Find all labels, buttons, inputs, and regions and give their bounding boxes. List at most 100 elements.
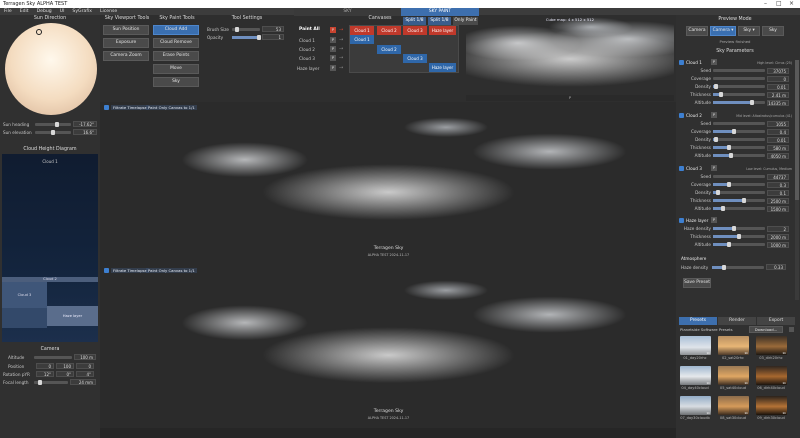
cloud2-p-button[interactable]: P [330, 46, 336, 52]
haze-checkbox[interactable] [679, 218, 684, 223]
cloud3-altitude-value[interactable]: 1500 m [767, 206, 789, 212]
cloud3-coverage-slider[interactable] [713, 182, 765, 187]
tab-render[interactable]: Render [718, 317, 756, 325]
cloud2-thickness-value[interactable]: 580 m [767, 145, 789, 151]
preset-thumbnail[interactable]: 1k [756, 336, 787, 355]
cloud2-param-p-button[interactable]: P [711, 112, 717, 118]
position-z[interactable]: 0 [76, 363, 94, 369]
cloud2-density-slider[interactable] [713, 137, 765, 142]
cloud3-coverage-value[interactable]: 0.3 [767, 182, 789, 188]
preset-thumbnail[interactable]: 1k [718, 336, 749, 355]
cloud2-density-value[interactable]: 0.01 [767, 137, 789, 143]
cloud1-density-slider[interactable] [713, 84, 765, 89]
move-button[interactable]: Move [153, 64, 199, 74]
cloud3-seed-slider[interactable] [713, 175, 765, 178]
position-x[interactable]: 0 [36, 363, 54, 369]
canvas-cell[interactable]: Cloud 1 [350, 35, 374, 44]
cloud1-density-value[interactable]: 0.01 [767, 84, 789, 90]
tab-sky[interactable]: SKY [294, 8, 401, 16]
erase-points-button[interactable]: Erase Points [153, 51, 199, 61]
cloud3-thickness-slider[interactable] [713, 198, 765, 203]
rotation-r[interactable]: 4° [76, 371, 94, 377]
cloud1-checkbox[interactable] [679, 60, 684, 65]
viewport2-checkbox[interactable] [104, 268, 109, 273]
sun-elevation-slider[interactable] [35, 130, 71, 135]
cloud3-thickness-value[interactable]: 2500 m [767, 198, 789, 204]
preset-thumbnail[interactable]: 1k [680, 366, 711, 385]
haze-haze-density-value[interactable]: 2 [767, 226, 789, 232]
minimize-icon[interactable]: – [764, 0, 767, 8]
opacity-slider[interactable] [232, 35, 261, 40]
canvas-cell[interactable]: Cloud 2 [377, 45, 401, 54]
viewport1-tag2[interactable]: Paint Only Canvas to 1/1 [146, 105, 197, 110]
sky-viewport-2[interactable]: Filtrate Timelapse Paint Only Canvas to … [101, 266, 676, 428]
cloud1-p-button[interactable]: P [330, 37, 336, 43]
preview-camera-select[interactable]: Camera ▾ [710, 26, 736, 36]
paint-all-p-button[interactable]: P [330, 27, 336, 33]
brush-size-value[interactable]: 53 [262, 26, 284, 32]
rotation-y[interactable]: 0° [56, 371, 74, 377]
cloud2-seed-slider[interactable] [713, 122, 765, 125]
cloud1-seed-slider[interactable] [713, 69, 765, 72]
cloud2-seed-value[interactable]: 1055 [767, 121, 789, 127]
atmo-haze-slider[interactable] [712, 265, 764, 270]
opacity-value[interactable]: 1 [262, 34, 284, 40]
exposure-button[interactable]: Exposure [103, 38, 149, 48]
haze-haze-density-slider[interactable] [713, 226, 765, 231]
cloud2-coverage-slider[interactable] [713, 129, 765, 134]
cloud2-coverage-value[interactable]: 0.4 [767, 129, 789, 135]
cloud1-altitude-value[interactable]: 14335 m [767, 100, 789, 106]
cloud1-thickness-value[interactable]: 2.41 m [767, 92, 789, 98]
canvas-cell[interactable]: Cloud 3 [403, 54, 427, 63]
rotation-p[interactable]: 12° [36, 371, 54, 377]
viewport2-tag2[interactable]: Paint Only Canvas to 1/1 [146, 268, 197, 273]
preset-thumbnail[interactable]: 1k [680, 396, 711, 415]
menu-debug[interactable]: Debug [33, 8, 56, 15]
focal-length-value[interactable]: 24 mm [70, 379, 96, 385]
preset-thumbnail[interactable]: 1k [680, 336, 711, 355]
paint-all-label[interactable]: Paint All [299, 27, 320, 32]
cube-map-preview[interactable]: Cube map: 4 x 512 x 512 [466, 15, 674, 95]
cloud1-param-p-button[interactable]: P [711, 59, 717, 65]
preset-thumbnail[interactable]: 1k [756, 366, 787, 385]
haze-altitude-value[interactable]: 1000 m [767, 242, 789, 248]
download-button[interactable]: Download... [749, 326, 783, 333]
cloud1-coverage-value[interactable]: 0 [767, 76, 789, 82]
canvas-cell[interactable]: Haze layer [429, 26, 456, 35]
altitude-slider[interactable] [34, 356, 72, 359]
sun-heading-value[interactable]: -17.62° [73, 121, 97, 127]
sky-tool-button[interactable]: Sky [153, 77, 199, 87]
cloud1-thickness-slider[interactable] [713, 92, 765, 97]
preset-thumbnail[interactable]: 1k [718, 396, 749, 415]
preset-menu-icon[interactable] [789, 327, 794, 332]
right-scrollbar[interactable] [795, 60, 799, 300]
cloud1-seed-value[interactable]: 37075 [767, 68, 789, 74]
viewport2-tag1[interactable]: Filtrate Timelapse [111, 268, 149, 273]
sun-handle[interactable] [36, 29, 42, 35]
canvas-cell[interactable]: Haze layer [429, 63, 456, 72]
close-icon[interactable]: × [789, 0, 794, 8]
cloud2-altitude-value[interactable]: 4050 m [767, 153, 789, 159]
altitude-value[interactable]: 100 m [74, 354, 96, 360]
sun-heading-slider[interactable] [35, 122, 71, 127]
tab-presets[interactable]: Presets [679, 317, 717, 325]
haze-param-p-button[interactable]: P [711, 217, 717, 223]
maximize-icon[interactable]: □ [776, 0, 782, 8]
cloud3-p-button[interactable]: P [330, 55, 336, 61]
split-button-2[interactable]: Split 1/8 [428, 17, 451, 25]
cloud1-coverage-slider[interactable] [713, 77, 765, 80]
menu-file[interactable]: File [0, 8, 16, 15]
viewport1-tag1[interactable]: Filtrate Timelapse [111, 105, 149, 110]
cloud3-checkbox[interactable] [679, 166, 684, 171]
cloud1-altitude-slider[interactable] [713, 100, 765, 105]
position-y[interactable]: 100 [56, 363, 74, 369]
preview-sky-button[interactable]: Sky [762, 26, 784, 36]
sun-position-button[interactable]: Sun Position [103, 25, 149, 35]
focal-length-slider[interactable] [34, 380, 68, 385]
sky-viewport-1[interactable]: Filtrate Timelapse Paint Only Canvas to … [101, 103, 676, 265]
cloud-remove-button[interactable]: Cloud Remove [153, 38, 199, 48]
menu-license[interactable]: License [96, 8, 121, 15]
cloud3-param-p-button[interactable]: P [711, 165, 717, 171]
haze-altitude-slider[interactable] [713, 242, 765, 247]
cloud2-thickness-slider[interactable] [713, 145, 765, 150]
